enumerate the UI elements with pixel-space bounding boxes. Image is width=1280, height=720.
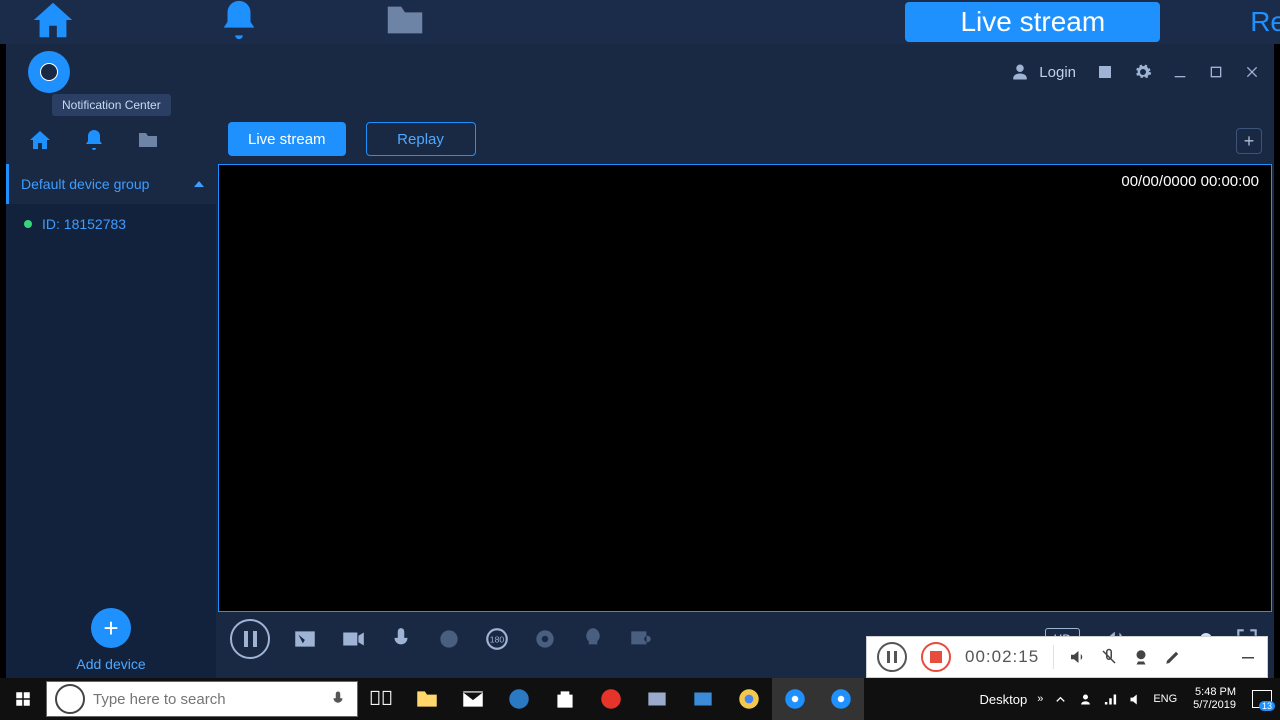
device-id-label: ID: 18152783 — [42, 216, 126, 232]
view-tabs: Live stream Replay — [228, 122, 476, 156]
minimize-button[interactable] — [1172, 64, 1188, 80]
tray-volume-icon[interactable] — [1128, 692, 1143, 707]
tray-expand-icon[interactable]: » — [1037, 693, 1043, 705]
chevron-up-icon — [194, 181, 204, 187]
record-icon[interactable] — [340, 626, 366, 652]
taskbar-search[interactable] — [46, 681, 358, 717]
home-icon[interactable] — [28, 128, 52, 152]
desktop-toolbar-label[interactable]: Desktop — [980, 692, 1028, 707]
tray-chevron-up-icon[interactable] — [1053, 692, 1068, 707]
system-tray: Desktop » ENG 5:48 PM 5/7/2019 13 — [980, 686, 1280, 712]
user-icon — [1011, 63, 1029, 81]
windows-taskbar: Desktop » ENG 5:48 PM 5/7/2019 13 — [0, 678, 1280, 720]
store-icon[interactable] — [542, 678, 588, 720]
opera-icon[interactable] — [588, 678, 634, 720]
video-timestamp: 00/00/0000 00:00:00 — [1121, 173, 1259, 190]
bell-icon[interactable] — [82, 128, 106, 152]
app-window: Notification Center Login + Live stream … — [6, 44, 1274, 678]
add-tab-button[interactable]: + — [1236, 128, 1262, 154]
tab-live-stream[interactable]: Live stream — [228, 122, 346, 156]
screen-recorder-bar: 00:02:15 — [866, 636, 1268, 678]
rotate-icon[interactable]: 180 — [484, 626, 510, 652]
export-icon[interactable] — [1096, 63, 1114, 81]
svg-text:180: 180 — [490, 634, 505, 644]
search-input[interactable] — [93, 691, 319, 708]
chrome-icon[interactable] — [726, 678, 772, 720]
device-group-label: Default device group — [21, 176, 149, 192]
people-icon[interactable] — [1078, 692, 1093, 707]
big-live-tab: Live stream — [905, 2, 1160, 42]
status-online-dot — [24, 220, 32, 228]
folder-icon[interactable] — [136, 128, 160, 152]
device-sidebar: Default device group ID: 18152783 + Add … — [6, 164, 216, 678]
task-view-icon[interactable] — [358, 678, 404, 720]
sidebar-nav-icons — [6, 120, 216, 160]
language-indicator[interactable]: ENG — [1153, 693, 1177, 705]
clock-date: 5/7/2019 — [1193, 699, 1236, 712]
login-label: Login — [1039, 64, 1076, 81]
login-button[interactable]: Login — [1011, 63, 1076, 81]
recorder-pen-icon[interactable] — [1164, 648, 1182, 666]
recorder-pause-button[interactable] — [877, 642, 907, 672]
lightbulb-icon[interactable] — [580, 626, 606, 652]
video-viewport[interactable]: 00/00/0000 00:00:00 — [218, 164, 1272, 612]
app-icon-2[interactable] — [680, 678, 726, 720]
gear-icon[interactable] — [1134, 63, 1152, 81]
camera-app-icon-2[interactable] — [818, 678, 864, 720]
image-settings-icon[interactable] — [628, 626, 654, 652]
camera-app-icon[interactable] — [772, 678, 818, 720]
notification-tooltip: Notification Center — [52, 94, 171, 116]
notification-count: 13 — [1259, 701, 1275, 711]
add-device-label: Add device — [76, 656, 145, 672]
recorder-mic-mute-icon[interactable] — [1100, 648, 1118, 666]
app-logo — [28, 51, 70, 93]
ptz-icon[interactable] — [436, 626, 462, 652]
start-button[interactable] — [0, 678, 46, 720]
titlebar: Notification Center Login — [6, 44, 1274, 100]
recorder-elapsed: 00:02:15 — [965, 647, 1039, 667]
folder-icon — [382, 0, 428, 44]
zoomed-tab-strip: Live stream Re — [0, 0, 1280, 44]
recorder-webcam-icon[interactable] — [1132, 648, 1150, 666]
big-replay-ghost: Re — [1250, 6, 1280, 38]
mail-icon[interactable] — [450, 678, 496, 720]
snapshot-icon[interactable] — [292, 626, 318, 652]
microphone-icon[interactable] — [388, 626, 414, 652]
device-item[interactable]: ID: 18152783 — [6, 204, 216, 244]
edge-icon[interactable] — [496, 678, 542, 720]
bell-icon — [216, 0, 262, 44]
tab-replay[interactable]: Replay — [366, 122, 476, 156]
add-device-button[interactable]: + — [91, 608, 131, 648]
pause-button[interactable] — [230, 619, 270, 659]
search-mic-icon[interactable] — [329, 690, 347, 708]
recorder-stop-button[interactable] — [921, 642, 951, 672]
taskbar-clock[interactable]: 5:48 PM 5/7/2019 — [1193, 686, 1236, 712]
maximize-button[interactable] — [1208, 64, 1224, 80]
action-center-icon[interactable]: 13 — [1252, 690, 1272, 708]
clock-time: 5:48 PM — [1193, 686, 1236, 699]
close-button[interactable] — [1244, 64, 1260, 80]
home-icon — [30, 0, 76, 44]
settings-dial-icon[interactable] — [532, 626, 558, 652]
device-group-header[interactable]: Default device group — [6, 164, 216, 204]
recorder-speaker-icon[interactable] — [1068, 648, 1086, 666]
file-explorer-icon[interactable] — [404, 678, 450, 720]
cortana-icon — [55, 684, 85, 714]
recorder-minimize-icon[interactable] — [1239, 648, 1257, 666]
network-icon[interactable] — [1103, 692, 1118, 707]
app-icon-1[interactable] — [634, 678, 680, 720]
